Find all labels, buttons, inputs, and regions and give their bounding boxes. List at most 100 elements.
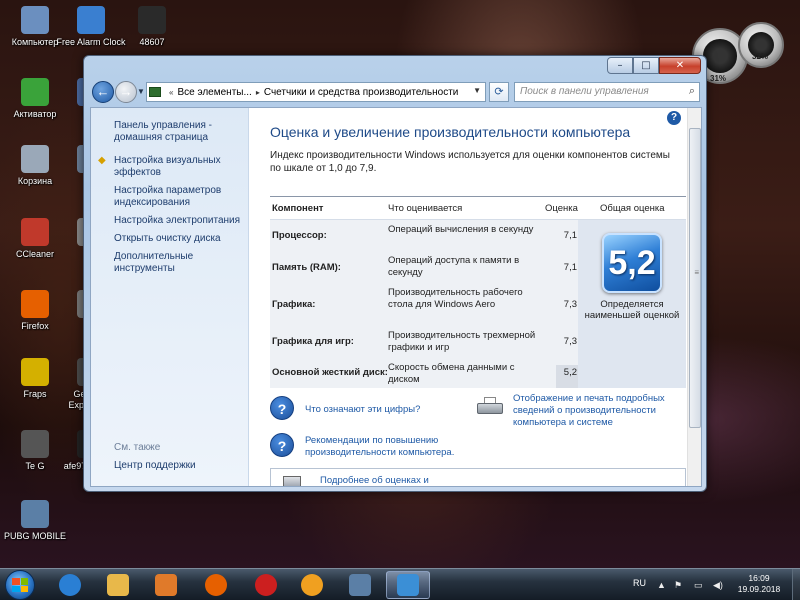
- ccleaner-icon: [21, 218, 49, 246]
- printer-body: [477, 403, 503, 414]
- control-panel-home-link[interactable]: Панель управления - домашняя страница: [114, 120, 244, 144]
- media-player-icon: [155, 574, 177, 596]
- volume-icon[interactable]: ◀): [713, 580, 723, 591]
- see-also-label: См. также: [114, 442, 161, 453]
- row-description: Производительность рабочего стола для Wi…: [388, 287, 523, 310]
- header-overall: Общая оценка: [600, 203, 665, 214]
- recommendations-link[interactable]: Рекомендации по повышению производительн…: [305, 435, 475, 459]
- maximize-button[interactable]: □: [633, 57, 659, 74]
- recycle-bin-icon: [21, 145, 49, 173]
- clock[interactable]: 16:09 19.09.2018: [732, 573, 786, 595]
- opera-icon: [255, 574, 277, 596]
- taskbar-firefox-button[interactable]: [194, 571, 238, 599]
- fraps-icon: [21, 358, 49, 386]
- desktop-icon[interactable]: 48607: [117, 6, 187, 48]
- taskbar-ubisoft-button[interactable]: [290, 571, 334, 599]
- taskbar-pubg-button[interactable]: [338, 571, 382, 599]
- row-component: Основной жесткий диск:: [272, 367, 388, 378]
- scrollbar-thumb[interactable]: [689, 128, 701, 428]
- taskbar-explorer-button[interactable]: [96, 571, 140, 599]
- taskbar-media-player-button[interactable]: [144, 571, 188, 599]
- desktop-icon-label: Free Alarm Clock: [56, 37, 126, 47]
- chevron-right-icon[interactable]: «: [169, 88, 173, 97]
- clock-time: 16:09: [748, 573, 770, 583]
- help-question-icon[interactable]: ?: [270, 433, 294, 457]
- network-icon[interactable]: ▭: [694, 580, 703, 591]
- explorer-icon: [107, 574, 129, 596]
- taskbar-control-panel-button[interactable]: [386, 571, 430, 599]
- forward-button[interactable]: →: [115, 81, 137, 103]
- row-score: 7,3: [563, 299, 577, 310]
- row-score: 7,3: [563, 336, 577, 347]
- desktop-icon-label: PUBG MOBILE: [3, 531, 66, 541]
- language-indicator[interactable]: RU: [633, 578, 646, 588]
- control-panel-icon: [149, 87, 161, 97]
- control-panel-icon: [397, 574, 419, 596]
- search-placeholder: Поиск в панели управления: [520, 86, 649, 97]
- pubg-icon: [349, 574, 371, 596]
- indexing-options-link[interactable]: Настройка параметров индексирования: [114, 185, 244, 209]
- row-component: Память (RAM):: [272, 262, 341, 273]
- desktop-icon[interactable]: PUBG MOBILE: [0, 500, 70, 542]
- overall-score-panel: 5,2 Определяется наименьшей оценкой: [578, 220, 686, 388]
- firefox-icon: [205, 574, 227, 596]
- intro-text: Индекс производительности Windows исполь…: [270, 150, 670, 174]
- row-component: Графика:: [272, 299, 316, 310]
- search-icon[interactable]: ⌕: [689, 85, 695, 98]
- spider-icon: [138, 6, 166, 34]
- breadcrumb-performance[interactable]: Счетчики и средства производительности: [264, 87, 459, 98]
- page-title: Оценка и увеличение производительности к…: [270, 124, 631, 140]
- desktop-icon[interactable]: Free Alarm Clock: [56, 6, 126, 48]
- minimize-button[interactable]: –: [607, 57, 633, 74]
- more-info-link[interactable]: Подробнее об оценках и: [320, 475, 429, 486]
- refresh-button[interactable]: ⟳: [489, 82, 509, 102]
- computer-icon: [21, 6, 49, 34]
- scroll-grip-icon: ≡: [694, 268, 699, 277]
- help-icon[interactable]: ?: [667, 111, 681, 125]
- performance-window: – □ ✕ ← → ▼ « Все элементы... ▸ Счетчики…: [83, 55, 707, 492]
- print-details-link[interactable]: Отображение и печать подробных сведений …: [513, 393, 683, 429]
- header-score: Оценка: [545, 203, 578, 214]
- row-score: 5,2: [563, 367, 577, 378]
- main-pane: ? Оценка и увеличение производительности…: [249, 108, 701, 486]
- show-desktop-button[interactable]: [792, 569, 800, 600]
- action-center-link[interactable]: Центр поддержки: [114, 460, 244, 472]
- close-button[interactable]: ✕: [659, 57, 701, 74]
- base-score-badge: 5,2: [602, 233, 662, 293]
- advanced-tools-link[interactable]: Дополнительные инструменты: [114, 251, 244, 275]
- row-score: 7,1: [563, 230, 577, 241]
- printer-icon[interactable]: [477, 397, 503, 417]
- search-input[interactable]: Поиск в панели управления ⌕: [514, 82, 700, 102]
- activator-icon: [21, 78, 49, 106]
- vertical-scrollbar[interactable]: ≡: [687, 108, 701, 486]
- row-description: Операций доступа к памяти в секунду: [388, 255, 520, 278]
- start-button[interactable]: [5, 570, 35, 600]
- power-settings-link[interactable]: Настройка электропитания: [114, 215, 244, 227]
- disk-cleanup-link[interactable]: Открыть очистку диска: [114, 233, 244, 245]
- shield-icon: ◆: [98, 155, 106, 166]
- tray-expand-icon[interactable]: ▲: [657, 580, 666, 590]
- content-area: Панель управления - домашняя страница ◆ …: [90, 107, 702, 487]
- chevron-right-icon[interactable]: ▸: [256, 88, 260, 97]
- row-component: Процессор:: [272, 230, 327, 241]
- window-controls: – □ ✕: [607, 57, 701, 74]
- ram-gauge-gadget[interactable]: 32%: [738, 22, 784, 68]
- breadcrumb-all-items[interactable]: Все элементы...: [177, 87, 251, 98]
- desktop-icon-label: 48607: [139, 37, 165, 47]
- more-info-box: Подробнее об оценках и: [270, 468, 686, 486]
- what-numbers-link[interactable]: Что означают эти цифры?: [305, 404, 420, 416]
- back-button[interactable]: ←: [92, 81, 114, 103]
- recent-pages-dropdown-icon[interactable]: ▼: [137, 87, 145, 96]
- address-bar[interactable]: « Все элементы... ▸ Счетчики и средства …: [146, 82, 486, 102]
- flag-tray-icon[interactable]: ⚑: [674, 580, 682, 591]
- ubisoft-icon: [301, 574, 323, 596]
- taskbar-ie-button[interactable]: [48, 571, 92, 599]
- visual-effects-link[interactable]: Настройка визуальных эффектов: [114, 155, 244, 179]
- score-table: Компонент Что оценивается Оценка Общая о…: [270, 196, 686, 388]
- taskbar-opera-button[interactable]: [244, 571, 288, 599]
- windows-logo-icon: [12, 578, 28, 592]
- help-question-icon[interactable]: ?: [270, 396, 294, 420]
- address-dropdown-icon[interactable]: ▼: [473, 86, 481, 95]
- taskbar: RU ▲ ⚑ ▭ ◀) 16:09 19.09.2018: [0, 568, 800, 600]
- document-icon: [283, 476, 301, 486]
